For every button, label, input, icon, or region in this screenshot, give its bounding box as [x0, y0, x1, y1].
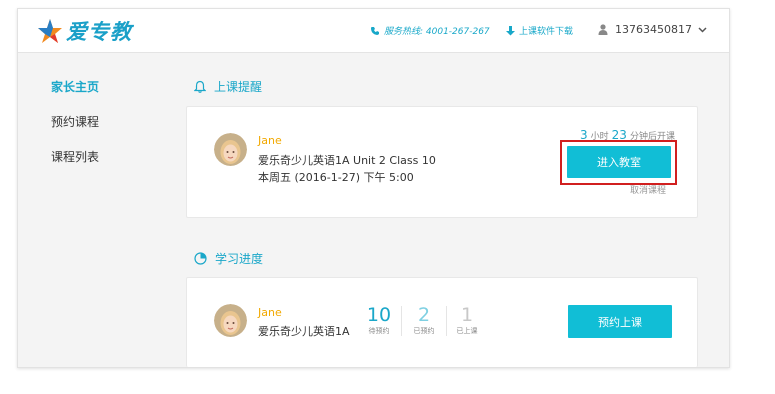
enter-classroom-button[interactable]: 进入教室	[567, 146, 671, 178]
progress-section-title: 学习进度	[194, 250, 263, 267]
download-icon	[506, 25, 515, 35]
service-hotline: 服务热线: 4001-267-267	[370, 24, 490, 37]
progress-card: Jane 爱乐奇少儿英语1A 10 待预约 2 已预约 1 已上课 预约上课	[186, 277, 698, 367]
pie-chart-icon	[194, 252, 207, 265]
stat-value: 10	[366, 304, 392, 326]
stat-divider	[446, 306, 447, 336]
app-window: 爱专教 服务热线: 4001-267-267 上课软件下载 1376345081…	[17, 8, 730, 368]
stat-value: 2	[417, 304, 431, 326]
course-name: 爱乐奇少儿英语1A	[258, 325, 350, 338]
stat-attended: 1 已上课	[453, 305, 481, 336]
reminder-title: 上课提醒	[214, 80, 263, 94]
hotline-text: 服务热线: 4001-267-267	[384, 27, 490, 37]
progress-title: 学习进度	[215, 252, 264, 266]
student-name: Jane	[258, 306, 282, 319]
chevron-down-icon	[698, 26, 707, 33]
stat-divider	[401, 306, 402, 336]
sidebar-item-book-course[interactable]: 预约课程	[51, 113, 99, 130]
user-icon	[598, 24, 608, 35]
student-avatar	[214, 304, 247, 337]
user-phone: 13763450817	[615, 23, 692, 36]
brand-logo[interactable]: 爱专教	[37, 17, 132, 45]
book-class-button[interactable]: 预约上课	[568, 305, 672, 338]
student-name: Jane	[258, 134, 282, 147]
student-avatar	[214, 133, 247, 166]
stat-label: 已预约	[413, 327, 435, 335]
stat-booked: 2 已预约	[410, 305, 438, 336]
download-label: 上课软件下载	[519, 27, 574, 37]
reminder-card: Jane 爱乐奇少儿英语1A Unit 2 Class 10 本周五 (2016…	[186, 106, 698, 218]
reminder-section-title: 上课提醒	[194, 78, 262, 95]
sidebar-item-course-list[interactable]: 课程列表	[51, 148, 99, 165]
user-menu[interactable]: 13763450817	[598, 23, 707, 36]
stat-label: 已上课	[456, 327, 478, 335]
stat-to-book: 10 待预约	[365, 305, 393, 336]
stat-label: 待预约	[368, 327, 390, 335]
top-header: 爱专教 服务热线: 4001-267-267 上课软件下载 1376345081…	[18, 9, 729, 53]
sidebar-item-home[interactable]: 家长主页	[51, 78, 99, 95]
stat-value: 1	[460, 304, 474, 326]
brand-name: 爱专教	[66, 20, 132, 44]
course-name: 爱乐奇少儿英语1A Unit 2 Class 10	[258, 154, 436, 167]
phone-icon	[371, 26, 379, 35]
logo-star-icon	[38, 19, 62, 43]
class-time: 本周五 (2016-1-27) 下午 5:00	[258, 171, 414, 184]
cancel-course-link[interactable]: 取消课程	[630, 183, 666, 196]
bell-icon	[194, 80, 206, 93]
download-link[interactable]: 上课软件下载	[506, 24, 573, 37]
